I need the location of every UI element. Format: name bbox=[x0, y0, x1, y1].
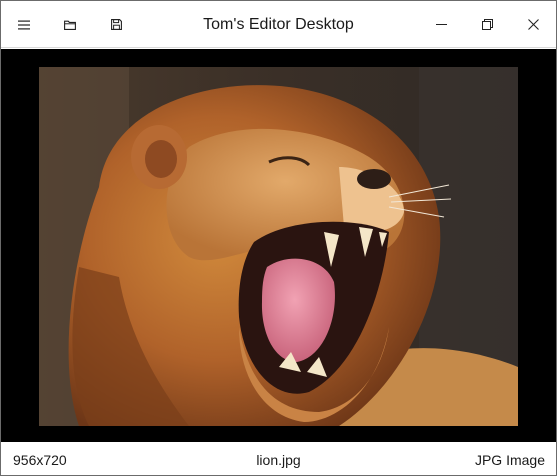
floppy-disk-icon bbox=[110, 19, 122, 30]
minimize-icon bbox=[435, 24, 447, 25]
status-filetype: JPG Image bbox=[474, 452, 545, 468]
minimize-button[interactable] bbox=[418, 1, 464, 48]
status-dimensions: 956x720 bbox=[13, 452, 67, 468]
lion-photo bbox=[39, 67, 518, 426]
window-title: Tom's Editor Desktop bbox=[203, 15, 354, 33]
image-viewer bbox=[1, 49, 556, 442]
close-button[interactable] bbox=[510, 1, 556, 48]
status-filename: lion.jpg bbox=[256, 452, 301, 468]
status-bar: lion.jpg 956x720 JPG Image bbox=[1, 442, 556, 475]
hamburger-icon bbox=[18, 20, 30, 29]
restore-icon bbox=[481, 19, 493, 30]
close-icon bbox=[527, 19, 539, 30]
app-window: Tom's Editor Desktop lion.jpg 956x720 JP… bbox=[0, 0, 557, 476]
open-button[interactable] bbox=[47, 1, 93, 48]
save-button[interactable] bbox=[93, 1, 139, 48]
menu-button[interactable] bbox=[1, 1, 47, 48]
folder-icon bbox=[64, 20, 76, 30]
restore-button[interactable] bbox=[464, 1, 510, 48]
title-bar: Tom's Editor Desktop bbox=[1, 1, 556, 48]
